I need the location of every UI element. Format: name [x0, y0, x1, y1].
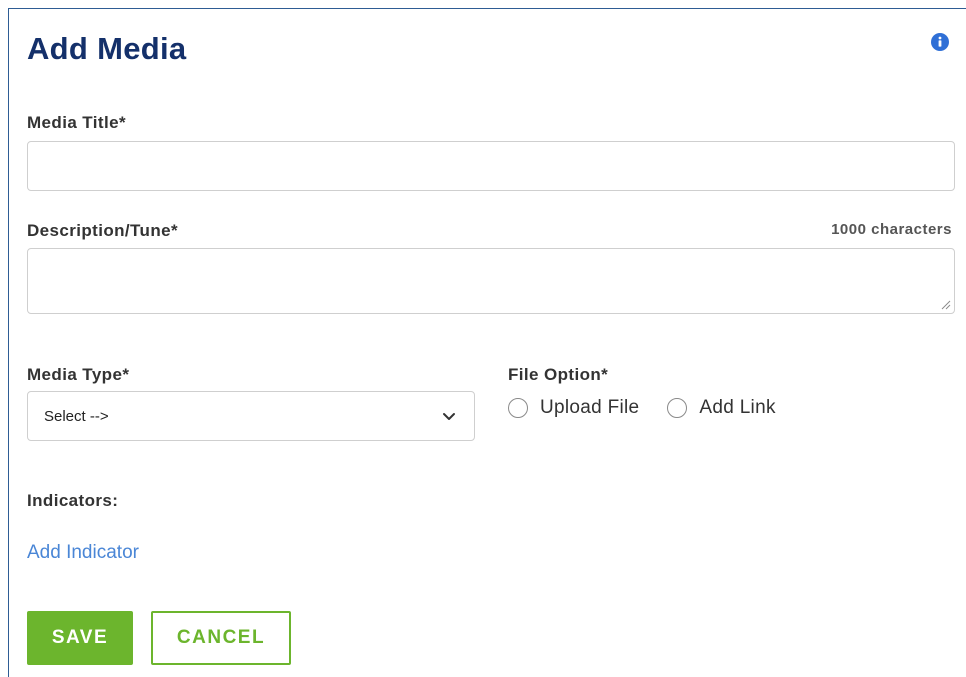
cancel-button[interactable]: CANCEL [151, 611, 291, 665]
chevron-down-icon [443, 413, 455, 420]
description-label: Description/Tune* [27, 221, 179, 240]
add-media-panel: Add Media Media Title* Description/Tune*… [8, 8, 966, 677]
media-title-input[interactable] [27, 141, 955, 191]
add-indicator-link[interactable]: Add Indicator [27, 542, 139, 564]
page-title: Add Media [27, 31, 187, 66]
media-title-label: Media Title* [27, 113, 126, 132]
info-icon[interactable] [931, 33, 949, 51]
indicators-label: Indicators: [27, 491, 119, 510]
media-type-label: Media Type* [27, 365, 130, 384]
media-type-selected-value: Select --> [44, 408, 109, 425]
resize-grip-icon[interactable] [941, 300, 951, 310]
radio-add-link[interactable]: Add Link [667, 397, 775, 419]
radio-button[interactable] [667, 398, 688, 418]
media-type-select[interactable]: Select --> [27, 391, 475, 441]
file-option-radio-group: Upload File Add Link [508, 397, 776, 419]
char-limit-text: 1000 characters [831, 221, 952, 238]
radio-label-upload-file: Upload File [540, 397, 640, 418]
save-button[interactable]: SAVE [27, 611, 133, 665]
description-textarea[interactable] [27, 248, 955, 314]
file-option-label: File Option* [508, 365, 609, 384]
radio-button[interactable] [508, 398, 528, 418]
radio-label-add-link: Add Link [699, 397, 776, 418]
radio-upload-file[interactable]: Upload File [508, 397, 639, 419]
